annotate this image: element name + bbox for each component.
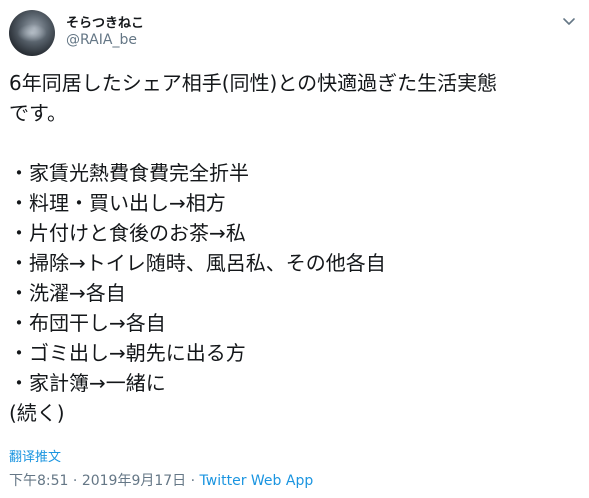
tweet-line: ・片付けと食後のお茶→私 xyxy=(9,221,246,245)
display-name[interactable]: そらつきねこ xyxy=(66,12,144,31)
tweet-line: 6年同居したシェア相手(同性)との快適過ぎた生活実態 xyxy=(9,71,498,95)
tweet-line: ・洗濯→各自 xyxy=(9,281,126,305)
tweet-text: 6年同居したシェア相手(同性)との快適過ぎた生活実態 です。 ・家賃光熱費食費完… xyxy=(9,68,581,428)
tweet-meta: 下午8:51 · 2019年9月17日 · Twitter Web App xyxy=(9,470,313,490)
tweet-date[interactable]: 2019年9月17日 xyxy=(82,473,186,489)
translate-tweet-link[interactable]: 翻译推文 xyxy=(9,446,61,465)
more-options-button[interactable] xyxy=(560,12,578,30)
tweet-line: ・家賃光熱費食費完全折半 xyxy=(9,161,249,185)
tweet-line: (続く) xyxy=(9,401,65,425)
avatar[interactable] xyxy=(9,10,55,56)
tweet-source-link[interactable]: Twitter Web App xyxy=(200,473,314,489)
tweet-line: です。 xyxy=(9,101,67,125)
tweet-line: ・家計簿→一緒に xyxy=(9,371,166,395)
meta-separator: · xyxy=(68,473,82,489)
tweet-line: ・ゴミ出し→朝先に出る方 xyxy=(9,341,246,365)
tweet-line: ・掃除→トイレ随時、風呂私、その他各自 xyxy=(9,251,386,275)
meta-separator: · xyxy=(186,473,200,489)
tweet-time[interactable]: 下午8:51 xyxy=(9,473,68,489)
tweet-line xyxy=(9,128,581,158)
tweet-line: ・布団干し→各自 xyxy=(9,311,166,335)
user-handle[interactable]: @RAIA_be xyxy=(66,32,137,48)
tweet-header: そらつきねこ @RAIA_be xyxy=(0,0,589,64)
tweet-line: ・料理・買い出し→相方 xyxy=(9,191,226,215)
chevron-down-icon xyxy=(563,18,575,25)
